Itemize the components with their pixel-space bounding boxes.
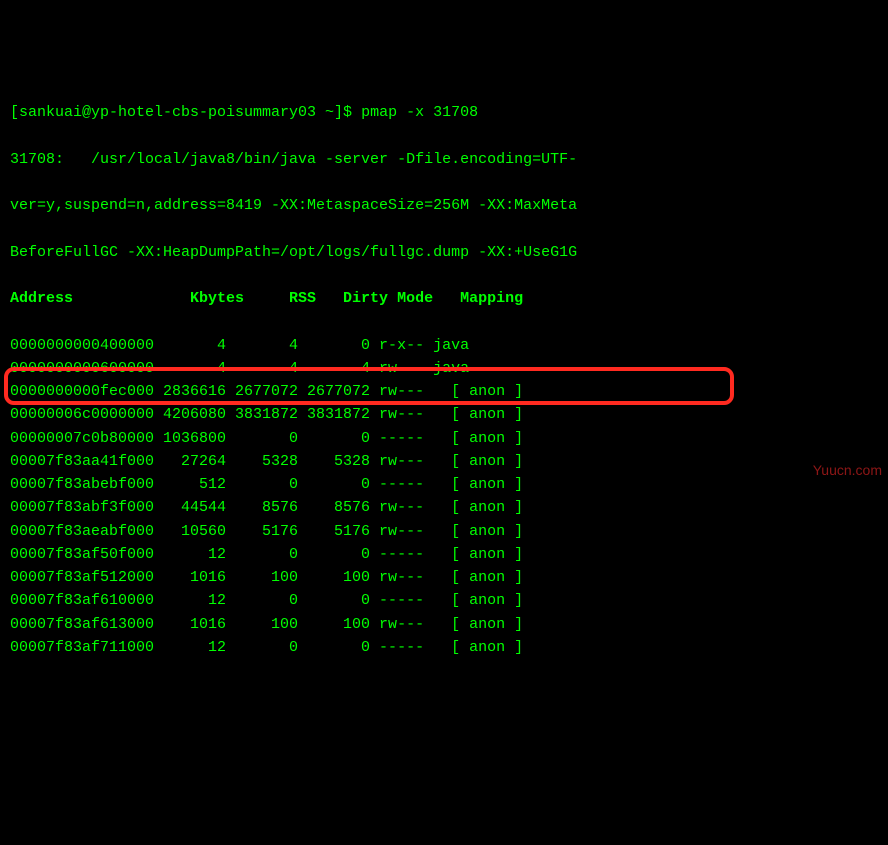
process-info-line-1: 31708: /usr/local/java8/bin/java -server…: [10, 148, 878, 171]
memory-map-row: 0000000000fec000 2836616 2677072 2677072…: [10, 380, 878, 403]
memory-map-row: 00007f83af610000 12 0 0 ----- [ anon ]: [10, 589, 878, 612]
memory-map-row: 0000000000600000 4 4 4 rw--- java: [10, 357, 878, 380]
memory-map-row: 0000000000400000 4 4 0 r-x-- java: [10, 334, 878, 357]
memory-map-row: 00007f83abebf000 512 0 0 ----- [ anon ]: [10, 473, 878, 496]
memory-map-row: 00007f83aa41f000 27264 5328 5328 rw--- […: [10, 450, 878, 473]
memory-map-rows: 0000000000400000 4 4 0 r-x-- java0000000…: [10, 334, 878, 660]
memory-map-row: 00007f83abf3f000 44544 8576 8576 rw--- […: [10, 496, 878, 519]
memory-map-row: 00007f83af711000 12 0 0 ----- [ anon ]: [10, 636, 878, 659]
memory-map-row: 00000006c0000000 4206080 3831872 3831872…: [10, 403, 878, 426]
shell-prompt: [sankuai@yp-hotel-cbs-poisummary03 ~]$: [10, 104, 361, 121]
memory-map-row: 00007f83af512000 1016 100 100 rw--- [ an…: [10, 566, 878, 589]
memory-map-row: 00007f83aeabf000 10560 5176 5176 rw--- […: [10, 520, 878, 543]
memory-map-row: 00007f83af50f000 12 0 0 ----- [ anon ]: [10, 543, 878, 566]
process-info-line-2: ver=y,suspend=n,address=8419 -XX:Metaspa…: [10, 194, 878, 217]
process-info-line-3: BeforeFullGC -XX:HeapDumpPath=/opt/logs/…: [10, 241, 878, 264]
memory-map-row: 00000007c0b80000 1036800 0 0 ----- [ ano…: [10, 427, 878, 450]
memory-map-row: 00007f83af613000 1016 100 100 rw--- [ an…: [10, 613, 878, 636]
command-prompt-line: [sankuai@yp-hotel-cbs-poisummary03 ~]$ p…: [10, 101, 878, 124]
table-header-row: Address Kbytes RSS Dirty Mode Mapping: [10, 287, 878, 310]
command-text: pmap -x 31708: [361, 104, 478, 121]
